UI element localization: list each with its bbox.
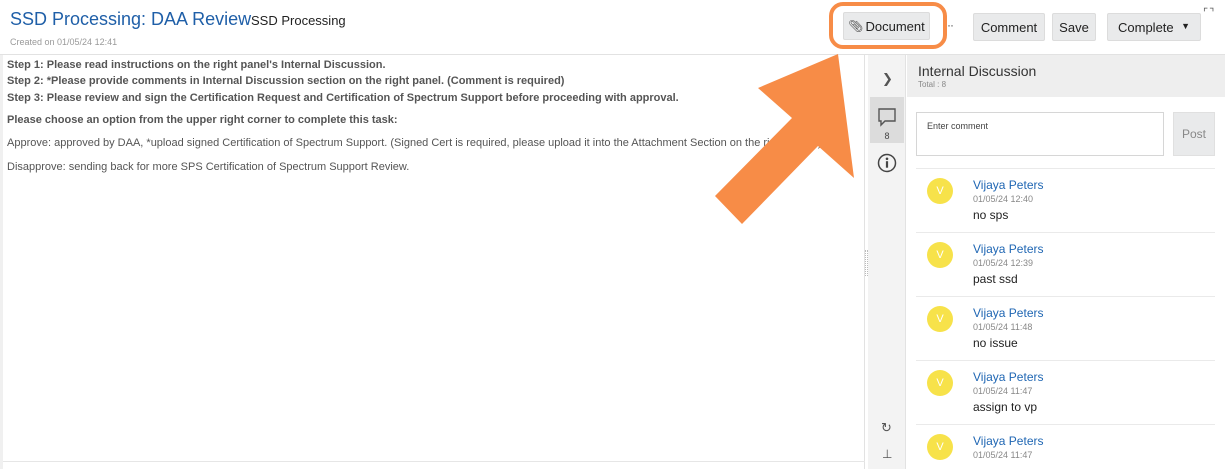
- list-item: V Vijaya Peters 01/05/24 11:47 assign to…: [916, 360, 1215, 424]
- comments-tab[interactable]: 8: [870, 97, 904, 143]
- discussion-total: Total : 8: [918, 80, 947, 89]
- instruction-step-3: Step 3: Please review and sign the Certi…: [7, 92, 679, 104]
- avatar: V: [927, 306, 953, 332]
- comment-input[interactable]: Enter comment: [916, 112, 1164, 156]
- avatar: V: [927, 242, 953, 268]
- internal-discussion-panel: Internal Discussion Total : 8 Enter comm…: [907, 55, 1225, 469]
- list-item: V Vijaya Peters 01/05/24 11:47: [916, 424, 1215, 469]
- discussion-title: Internal Discussion: [918, 63, 1037, 79]
- comment-icon: [878, 108, 896, 127]
- comment-text: assign to vp: [973, 400, 1038, 414]
- comment-timestamp: 01/05/24 11:47: [973, 386, 1033, 396]
- list-item: V Vijaya Peters 01/05/24 12:40 no sps: [916, 168, 1215, 232]
- comment-text: past ssd: [973, 272, 1018, 286]
- comment-timestamp: 01/05/24 12:39: [973, 258, 1034, 268]
- avatar: V: [927, 434, 953, 460]
- avatar: V: [927, 370, 953, 396]
- instructions-footer-divider: [3, 461, 865, 469]
- side-icon-rail: ❯ 8 ↻ ⊥: [868, 55, 906, 469]
- paperclip-icon: 📎︎: [848, 19, 864, 33]
- pin-icon[interactable]: ⊥: [882, 447, 892, 461]
- comment-count-badge: 8: [884, 131, 890, 141]
- instructions-panel: Step 1: Please read instructions on the …: [0, 55, 865, 469]
- instruction-step-2: Step 2: *Please provide comments in Inte…: [7, 75, 565, 87]
- save-button[interactable]: Save: [1052, 13, 1096, 41]
- list-item: V Vijaya Peters 01/05/24 12:39 past ssd: [916, 232, 1215, 296]
- document-button-label: Document: [865, 18, 925, 34]
- comment-list: V Vijaya Peters 01/05/24 12:40 no sps V …: [916, 168, 1215, 469]
- comment-author[interactable]: Vijaya Peters: [973, 306, 1043, 320]
- task-header: SSD Processing: DAA Review SSD Processin…: [0, 0, 1225, 55]
- comment-author[interactable]: Vijaya Peters: [973, 434, 1043, 448]
- refresh-icon[interactable]: ↻: [881, 420, 892, 436]
- instruction-choose: Please choose an option from the upper r…: [7, 114, 398, 126]
- comment-author[interactable]: Vijaya Peters: [973, 242, 1043, 256]
- comment-timestamp: 01/05/24 11:48: [973, 322, 1033, 332]
- expand-icon[interactable]: ⌜⌝: [1203, 6, 1215, 19]
- document-button[interactable]: 📎︎ Document: [843, 12, 930, 40]
- page-title: SSD Processing: DAA Review: [10, 9, 252, 29]
- info-icon[interactable]: [877, 153, 897, 173]
- comment-timestamp: 01/05/24 11:47: [973, 450, 1033, 460]
- instruction-disapprove: Disapprove: sending back for more SPS Ce…: [7, 161, 410, 173]
- complete-button[interactable]: Complete ▼: [1107, 13, 1201, 41]
- comment-text: no sps: [973, 208, 1009, 222]
- more-options-button[interactable]: ··: [947, 18, 954, 32]
- comment-author[interactable]: Vijaya Peters: [973, 370, 1043, 384]
- caret-down-icon: ▼: [1181, 21, 1190, 31]
- comment-author[interactable]: Vijaya Peters: [973, 178, 1043, 192]
- comment-input-placeholder: Enter comment: [927, 121, 989, 131]
- page-subtitle: SSD Processing: [251, 13, 346, 28]
- comment-text: no issue: [973, 336, 1018, 350]
- comment-button[interactable]: Comment: [973, 13, 1045, 41]
- created-timestamp: Created on 01/05/24 12:41: [10, 37, 118, 47]
- post-button[interactable]: Post: [1173, 112, 1215, 156]
- avatar: V: [927, 178, 953, 204]
- instruction-step-1: Step 1: Please read instructions on the …: [7, 59, 386, 71]
- list-item: V Vijaya Peters 01/05/24 11:48 no issue: [916, 296, 1215, 360]
- complete-button-label: Complete: [1118, 19, 1174, 35]
- discussion-header: Internal Discussion Total : 8: [907, 55, 1225, 97]
- chevron-right-icon[interactable]: ❯: [882, 71, 893, 87]
- comment-timestamp: 01/05/24 12:40: [973, 194, 1034, 204]
- instruction-approve: Approve: approved by DAA, *upload signed…: [7, 137, 822, 149]
